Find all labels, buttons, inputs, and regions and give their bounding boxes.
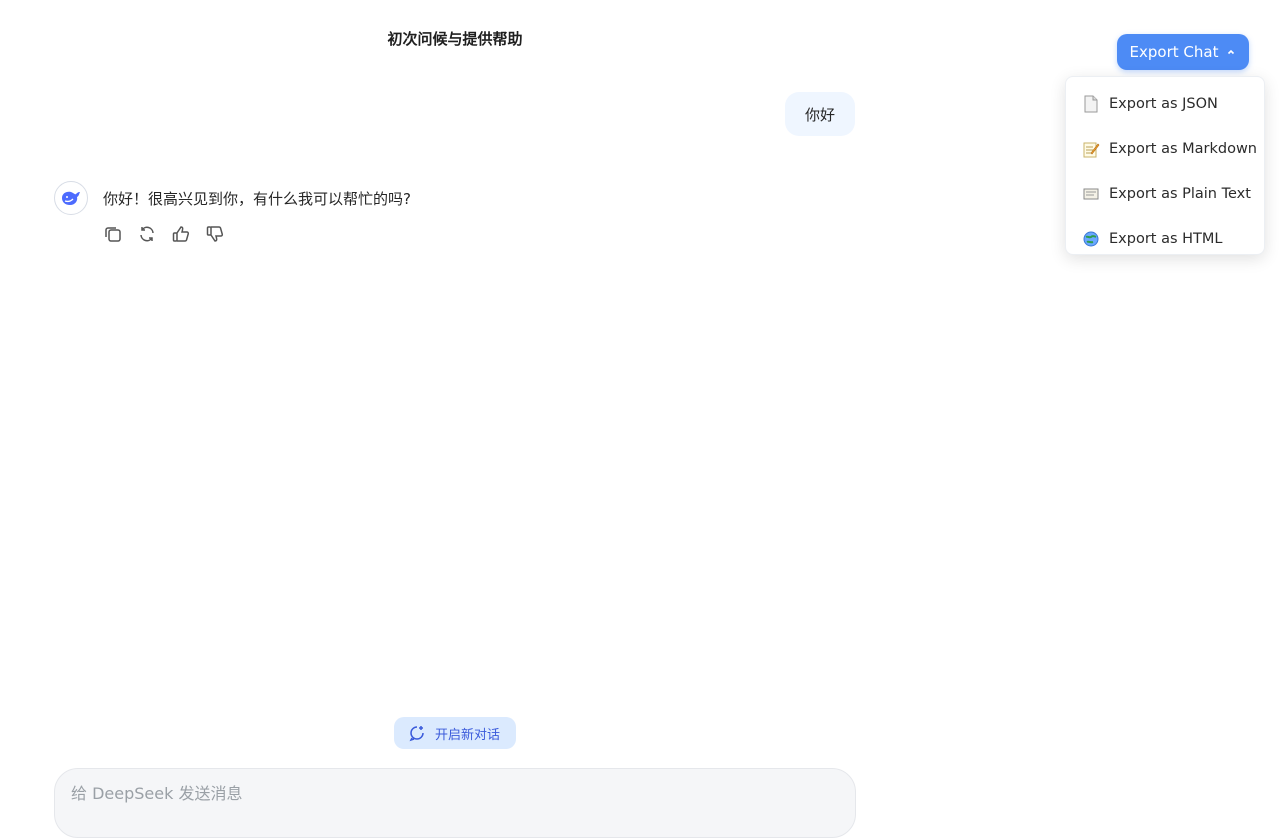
globe-icon xyxy=(1082,230,1100,248)
copy-button[interactable] xyxy=(102,223,124,245)
export-text-label: Export as Plain Text xyxy=(1109,185,1251,202)
whale-logo-icon xyxy=(62,191,80,205)
user-message-bubble: 你好 xyxy=(785,92,855,136)
dislike-button[interactable] xyxy=(204,223,226,245)
scroll-icon xyxy=(1082,185,1100,203)
message-actions xyxy=(102,223,226,245)
regenerate-button[interactable] xyxy=(136,223,158,245)
new-chat-label: 开启新对话 xyxy=(435,727,501,743)
memo-icon xyxy=(1082,140,1100,158)
export-chat-button[interactable]: Export Chat xyxy=(1117,34,1249,70)
export-html-item[interactable]: Export as HTML xyxy=(1066,216,1264,261)
new-chat-button[interactable]: 开启新对话 xyxy=(394,717,516,749)
document-icon xyxy=(1082,95,1100,113)
export-html-label: Export as HTML xyxy=(1109,230,1223,247)
user-message-text: 你好 xyxy=(804,105,835,124)
export-menu: Export as JSON Export as Markdown Export… xyxy=(1065,76,1265,255)
export-markdown-item[interactable]: Export as Markdown xyxy=(1066,126,1264,171)
export-json-label: Export as JSON xyxy=(1109,95,1218,112)
assistant-avatar xyxy=(54,181,88,215)
message-composer xyxy=(54,768,856,838)
message-input[interactable] xyxy=(69,783,845,804)
copy-icon xyxy=(105,227,121,242)
like-button[interactable] xyxy=(170,223,192,245)
export-chat-label: Export Chat xyxy=(1129,43,1219,61)
assistant-message-text: 你好！很高兴见到你，有什么我可以帮忙的吗? xyxy=(103,190,411,208)
thumbs-down-icon xyxy=(206,226,224,242)
new-chat-icon xyxy=(409,726,424,742)
refresh-icon xyxy=(140,226,154,242)
chevron-up-icon xyxy=(1228,49,1235,55)
chat-title: 初次问候与提供帮助 xyxy=(387,30,523,48)
export-json-item[interactable]: Export as JSON xyxy=(1066,81,1264,126)
export-markdown-label: Export as Markdown xyxy=(1109,140,1258,157)
export-text-item[interactable]: Export as Plain Text xyxy=(1066,171,1264,216)
thumbs-up-icon xyxy=(172,226,190,242)
